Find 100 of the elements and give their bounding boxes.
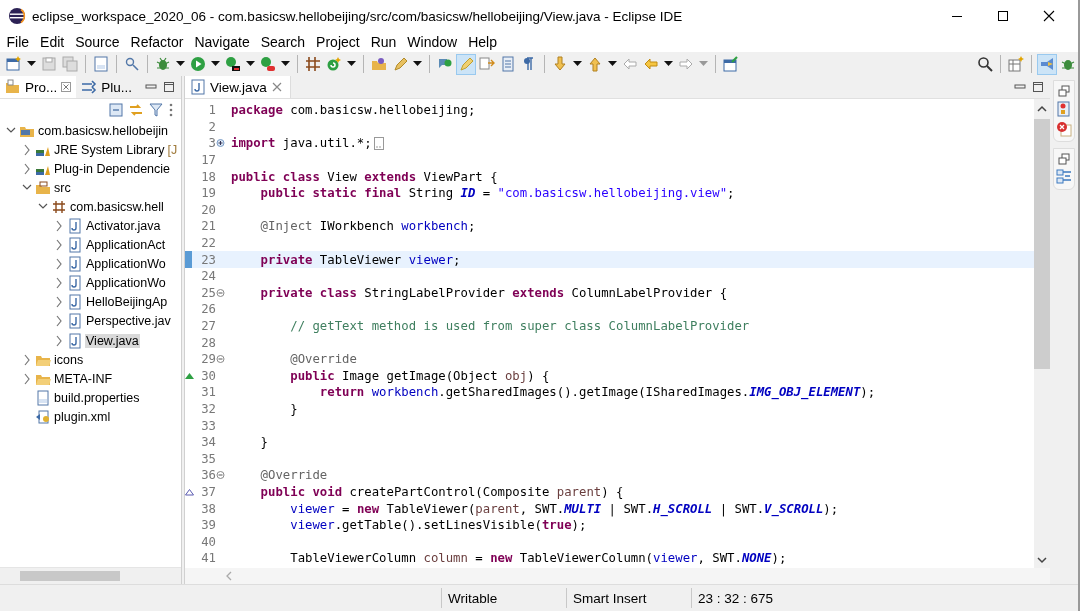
collapse-all-icon[interactable] <box>109 103 123 117</box>
tree-item[interactable]: META-INF <box>53 371 114 386</box>
source-folder-icon <box>35 179 51 196</box>
maximize-icon[interactable] <box>163 81 175 93</box>
menu-item[interactable]: Navigate <box>190 34 254 50</box>
tree-item[interactable]: ApplicationWo <box>85 257 167 272</box>
tree-item[interactable]: src <box>53 180 72 195</box>
tree-item[interactable]: Perspective.jav <box>85 314 172 329</box>
code-line: import java.util.*; <box>231 136 372 151</box>
code-line: public static final String ID = "com.basicsw.hellobeijing.view"; <box>259 186 735 201</box>
caret-icon[interactable] <box>347 61 356 67</box>
maximize-icon <box>997 10 1009 22</box>
scroll-down-icon[interactable] <box>1037 556 1047 564</box>
link-icon[interactable] <box>129 103 143 117</box>
tree-item[interactable]: ApplicationWo <box>85 276 167 291</box>
code-line: private TableViewer viewer; <box>259 252 461 267</box>
more-icon[interactable] <box>169 103 173 117</box>
filter-icon[interactable] <box>149 103 163 117</box>
open-perspective-icon <box>1008 56 1024 72</box>
maximize-icon[interactable] <box>1032 81 1044 93</box>
caret-icon[interactable] <box>608 61 617 67</box>
tree-item[interactable]: ApplicationAct <box>85 238 167 253</box>
restore-icon[interactable] <box>1058 85 1070 97</box>
package-icon <box>51 198 67 215</box>
tree-item[interactable]: com.basicsw.hellobeijin <box>37 123 169 138</box>
menu-item[interactable]: Help <box>464 34 501 50</box>
binary-file-icon <box>35 389 51 406</box>
tree-item[interactable]: View.java <box>85 333 140 348</box>
line-number: 20 <box>200 202 216 217</box>
collapse-fold-icon[interactable] <box>216 287 225 298</box>
code-line: TableViewerColumn column = new TableViewerColumn(viewer, SWT.NONE); <box>289 551 787 566</box>
override-triangle-icon <box>185 370 194 381</box>
code-line: } <box>289 402 298 416</box>
view-tab[interactable]: Pro... <box>0 76 77 98</box>
minimize-icon[interactable] <box>145 82 157 92</box>
collapse-fold-icon[interactable] <box>216 470 225 481</box>
line-number: 22 <box>200 236 216 251</box>
menu-item[interactable]: Source <box>71 34 124 50</box>
line-number: 18 <box>200 169 216 184</box>
binary-file-icon <box>93 56 109 72</box>
editor-tab[interactable]: View.java <box>185 76 291 98</box>
menu-item[interactable]: Run <box>367 34 400 50</box>
code-line: public class View extends ViewPart { <box>231 169 498 184</box>
new-icon <box>6 56 22 72</box>
code-line: viewer = new TableViewer(parent, SWT.MULTI | SWT.H_SCROLL | SWT.V_SCROLL); <box>289 501 839 516</box>
last-edit-icon <box>622 56 638 72</box>
collapse-fold-icon[interactable] <box>216 354 225 365</box>
highlighter-button[interactable] <box>456 53 476 75</box>
tree-item[interactable]: plugin.xml <box>53 409 112 424</box>
menu-item[interactable]: Search <box>257 34 309 50</box>
caret-icon[interactable] <box>281 61 290 67</box>
tree-item[interactable]: Plug-in Dependencie <box>53 161 172 176</box>
problems-icon[interactable] <box>1056 121 1072 137</box>
menu-item[interactable]: Window <box>403 34 461 50</box>
expand-fold-icon[interactable] <box>216 138 225 149</box>
line-number: 17 <box>200 153 216 168</box>
tree-item[interactable]: HelloBeijingAp <box>85 295 169 310</box>
java-file-icon <box>67 275 83 292</box>
task-list-icon[interactable] <box>1056 101 1072 117</box>
line-number: 25 <box>200 285 216 300</box>
outline-icon[interactable] <box>1056 169 1072 185</box>
menu-item[interactable]: Edit <box>36 34 68 50</box>
close-icon[interactable] <box>271 82 282 92</box>
block-icon <box>500 56 516 72</box>
forward-icon <box>678 56 694 72</box>
menu-item[interactable]: Refactor <box>127 34 187 50</box>
scroll-up-icon[interactable] <box>1037 105 1047 113</box>
java-perspective-button[interactable] <box>1037 53 1057 75</box>
scroll-left-icon[interactable] <box>225 571 233 581</box>
binary-file-button[interactable] <box>91 53 111 75</box>
close-icon[interactable] <box>61 82 72 92</box>
line-number: 29 <box>200 352 216 367</box>
caret-icon[interactable] <box>664 61 673 67</box>
menu-item[interactable]: Project <box>312 34 364 50</box>
open-window-button[interactable] <box>721 53 741 75</box>
tree-item[interactable]: JRE System Library <box>53 142 166 157</box>
caret-icon[interactable] <box>413 61 422 67</box>
java-file-icon <box>191 79 205 95</box>
minimize-icon[interactable] <box>1014 82 1026 92</box>
caret-icon[interactable] <box>211 61 220 67</box>
caret-icon[interactable] <box>573 61 582 67</box>
line-number: 24 <box>200 269 216 284</box>
java-perspective-icon <box>1039 56 1055 72</box>
code-line: public void createPartControl(Composite parent) { <box>259 484 624 499</box>
view-tab[interactable]: Plu... <box>76 76 138 98</box>
line-number: 1 <box>207 103 216 118</box>
caret-icon[interactable] <box>176 61 185 67</box>
java-file-icon <box>67 237 83 254</box>
menu-item[interactable]: File <box>3 34 33 50</box>
restore-icon[interactable] <box>1058 153 1070 165</box>
folded-code-icon[interactable] <box>373 137 384 150</box>
vertical-scrollbar[interactable] <box>1034 99 1050 568</box>
caret-icon[interactable] <box>246 61 255 67</box>
tree-item[interactable]: build.properties <box>53 390 141 405</box>
caret-icon[interactable] <box>27 61 36 67</box>
tree-item[interactable]: icons <box>53 352 85 367</box>
status-field: Smart Insert <box>566 588 691 608</box>
tree-item[interactable]: com.basicsw.hell <box>69 199 165 214</box>
tree-item[interactable]: Activator.java <box>85 219 162 233</box>
line-number: 30 <box>201 368 216 383</box>
